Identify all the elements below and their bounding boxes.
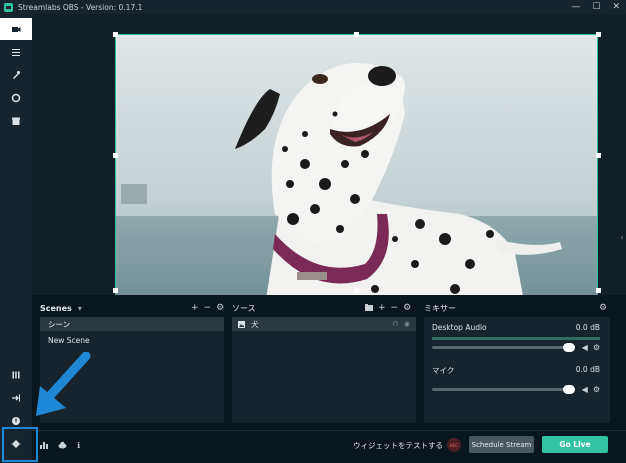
- window-title: Streamlabs OBS - Version: 0.17.1: [18, 2, 143, 12]
- scenes-title: Scenes: [40, 303, 72, 313]
- resize-handle[interactable]: [354, 288, 359, 293]
- resize-handle[interactable]: [596, 288, 601, 293]
- channel-db: 0.0 dB: [575, 365, 600, 374]
- nav-library[interactable]: [0, 364, 32, 386]
- mixer-panel: Desktop Audio 0.0 dB ◀ ⚙ マイク 0.0 dB ◀ ⚙: [424, 317, 610, 423]
- volume-meter: [432, 379, 600, 382]
- mixer-channel: マイク 0.0 dB ◀ ⚙: [432, 365, 600, 401]
- footer-bar: ℹ ウィジェットをテストする REC Schedule Stream Go Li…: [32, 430, 626, 463]
- performance-chart-icon[interactable]: [40, 441, 48, 449]
- nav-themes[interactable]: [0, 64, 32, 86]
- nav-chat[interactable]: [0, 87, 32, 109]
- maximize-button[interactable]: ☐: [592, 2, 600, 12]
- mixer-header: ミキサー: [424, 301, 456, 315]
- add-folder-icon[interactable]: [365, 304, 373, 312]
- resize-handle[interactable]: [596, 153, 601, 158]
- collapse-chevron-icon[interactable]: ‹: [618, 229, 626, 245]
- resize-handle[interactable]: [113, 153, 118, 158]
- info-icon[interactable]: ℹ: [77, 441, 80, 450]
- footer-icons: ℹ: [40, 431, 80, 459]
- dalmatian-photo: [115, 34, 598, 306]
- go-live-button[interactable]: Go Live: [542, 436, 608, 453]
- mixer-channel: Desktop Audio 0.0 dB ◀ ⚙: [432, 323, 600, 359]
- scene-settings-button[interactable]: ⚙: [216, 303, 224, 313]
- speaker-icon[interactable]: ◀: [582, 343, 588, 352]
- channel-settings-icon[interactable]: ⚙: [593, 385, 600, 394]
- volume-meter: [432, 337, 600, 340]
- mixer-title: ミキサー: [424, 303, 456, 313]
- sources-header: ソース: [232, 301, 256, 315]
- resize-handle[interactable]: [113, 288, 118, 293]
- scene-item[interactable]: New Scene: [40, 333, 224, 347]
- library-icon: [12, 371, 20, 379]
- source-settings-button[interactable]: ⚙: [403, 303, 411, 313]
- pointer-arrow-icon: [36, 352, 91, 416]
- nav-editor[interactable]: [0, 41, 32, 63]
- scene-label: シーン: [48, 319, 71, 329]
- record-label: REC: [449, 442, 459, 448]
- help-icon: [12, 417, 20, 425]
- add-source-button[interactable]: +: [378, 303, 386, 313]
- store-icon: [12, 117, 20, 125]
- volume-slider[interactable]: [432, 346, 575, 349]
- speaker-icon[interactable]: ◀: [582, 385, 588, 394]
- resize-handle[interactable]: [113, 32, 118, 37]
- sources-title: ソース: [232, 303, 256, 313]
- channel-name: マイク: [432, 366, 455, 375]
- sources-list: 犬 ⊓ ◉: [232, 317, 416, 423]
- volume-slider[interactable]: [432, 388, 575, 391]
- editor-icon: [12, 49, 20, 56]
- channel-settings-icon[interactable]: ⚙: [593, 343, 600, 352]
- studio-icon: [12, 27, 21, 32]
- volume-slider-knob[interactable]: [563, 385, 575, 394]
- cloud-backup-icon[interactable]: [58, 441, 67, 449]
- streamlabs-logo-icon: [4, 2, 13, 12]
- side-nav: [0, 14, 32, 463]
- logout-icon: [12, 394, 20, 402]
- themes-icon: [13, 71, 20, 79]
- source-item[interactable]: 犬 ⊓ ◉: [232, 317, 416, 331]
- channel-name: Desktop Audio: [432, 323, 487, 332]
- scenes-dropdown-icon[interactable]: ▾: [78, 304, 82, 313]
- channel-buttons: ◀ ⚙: [582, 343, 600, 352]
- mixer-settings-button[interactable]: ⚙: [599, 303, 607, 313]
- window-controls: — ☐ ✕: [571, 0, 620, 14]
- remove-scene-button[interactable]: −: [204, 303, 212, 313]
- schedule-stream-button[interactable]: Schedule Stream: [469, 436, 534, 453]
- remove-source-button[interactable]: −: [391, 303, 399, 313]
- preview-area: ‹: [32, 14, 626, 306]
- minimize-button[interactable]: —: [571, 2, 580, 12]
- resize-handle[interactable]: [596, 32, 601, 37]
- volume-slider-knob[interactable]: [563, 343, 575, 352]
- close-button[interactable]: ✕: [612, 2, 620, 12]
- source-label: 犬: [251, 319, 259, 329]
- visibility-eye-icon[interactable]: ◉: [404, 320, 410, 328]
- scene-label: New Scene: [48, 335, 90, 345]
- sources-tools: + − ⚙: [365, 301, 411, 315]
- source-item-controls: ⊓ ◉: [392, 317, 410, 331]
- settings-highlight-box: [2, 427, 38, 462]
- scenes-header: Scenes ▾: [40, 301, 82, 315]
- scene-item[interactable]: シーン: [40, 317, 224, 331]
- lock-icon[interactable]: ⊓: [392, 320, 397, 328]
- mixer-tools: ⚙: [599, 301, 607, 315]
- nav-logout[interactable]: [0, 387, 32, 409]
- scenes-tools: + − ⚙: [191, 301, 224, 315]
- resize-handle[interactable]: [354, 32, 359, 37]
- nav-studio[interactable]: [0, 18, 32, 40]
- title-bar: Streamlabs OBS - Version: 0.17.1 — ☐ ✕: [0, 0, 626, 14]
- record-button[interactable]: REC: [447, 438, 461, 452]
- channel-buttons: ◀ ⚙: [582, 385, 600, 394]
- test-widgets-label[interactable]: ウィジェットをテストする: [353, 440, 443, 451]
- add-scene-button[interactable]: +: [191, 303, 199, 313]
- nav-store[interactable]: [0, 110, 32, 132]
- channel-db: 0.0 dB: [575, 323, 600, 332]
- editor-dock: Scenes ▾ + − ⚙ シーン New Scene ソース + − ⚙ 犬…: [32, 295, 626, 426]
- image-source-icon: [238, 320, 245, 328]
- source-preview-image[interactable]: [115, 34, 598, 306]
- chat-icon: [11, 93, 21, 103]
